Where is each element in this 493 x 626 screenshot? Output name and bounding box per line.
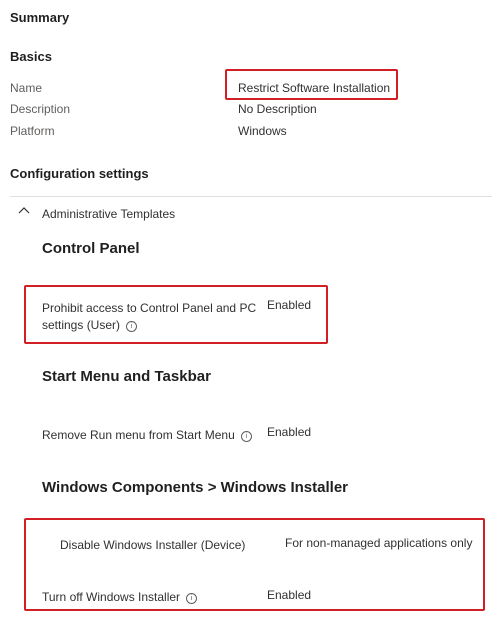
collapse-toggle[interactable] [16, 203, 32, 219]
configuration-settings-heading: Configuration settings [10, 166, 149, 181]
platform-label: Platform [10, 124, 55, 138]
name-highlight-box [225, 69, 398, 100]
group-title-start-menu: Start Menu and Taskbar [42, 368, 211, 385]
page-title: Summary [10, 10, 70, 25]
group-title-control-panel: Control Panel [42, 240, 140, 257]
description-label: Description [10, 102, 71, 116]
name-label: Name [10, 81, 43, 95]
windows-installer-highlight-box [24, 518, 485, 611]
chevron-up-icon [18, 207, 30, 214]
setting-name-remove-run-menu: Remove Run menu from Start Menu i [42, 427, 252, 444]
setting-name-text: Remove Run menu from Start Menu [42, 428, 235, 442]
divider [10, 196, 492, 197]
basics-heading: Basics [10, 49, 52, 64]
category-label[interactable]: Administrative Templates [42, 207, 175, 221]
platform-value: Windows [238, 124, 287, 138]
description-value: No Description [238, 102, 317, 116]
control-panel-highlight-box [24, 285, 328, 344]
setting-value-remove-run-menu: Enabled [267, 425, 312, 439]
info-icon[interactable]: i [240, 431, 252, 442]
group-title-windows-installer: Windows Components > Windows Installer [42, 479, 348, 496]
